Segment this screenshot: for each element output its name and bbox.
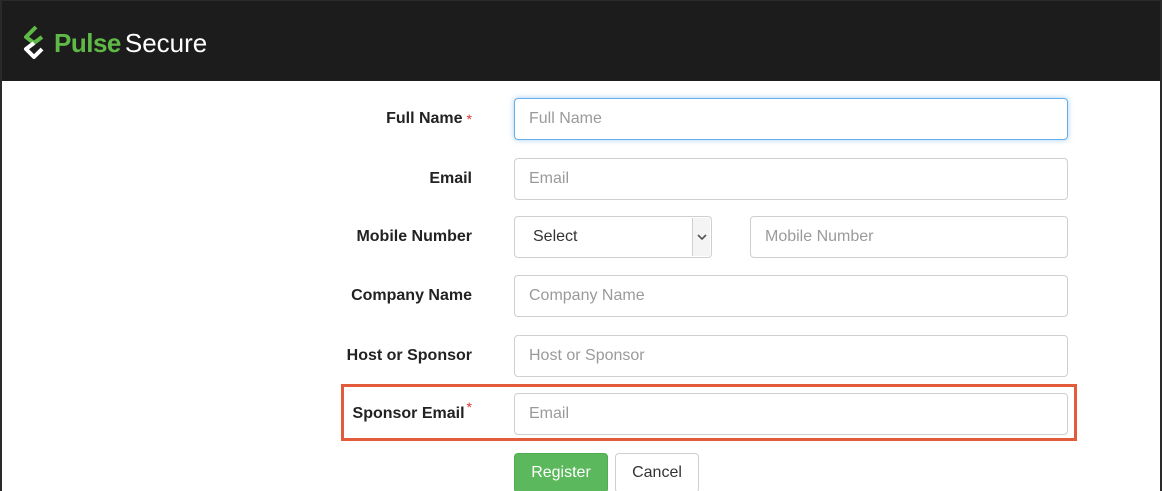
brand-pulse-text: Pulse: [54, 27, 121, 58]
company-name-input[interactable]: [514, 275, 1068, 317]
sponsor-email-label-text: Sponsor Email: [352, 405, 465, 422]
chevron-down-icon[interactable]: [692, 218, 710, 256]
sponsor-email-input[interactable]: [514, 393, 1068, 435]
sponsor-email-label: Sponsor Email *: [353, 393, 472, 435]
header-bar: Pulse Secure: [2, 1, 1160, 81]
registration-form: Full Name * Email Mobile Number Select C…: [2, 81, 1160, 491]
required-marker: *: [466, 399, 472, 415]
host-row: Host or Sponsor: [2, 335, 1160, 377]
company-name-label: Company Name: [351, 287, 472, 304]
mobile-number-input[interactable]: [750, 216, 1068, 258]
app-frame: Pulse Secure Full Name * Email Mobile Nu…: [0, 0, 1162, 491]
full-name-label: Full Name *: [386, 98, 472, 140]
required-marker: *: [466, 111, 472, 127]
pulse-logo-icon: [24, 25, 44, 59]
pulse-secure-logo: Pulse Secure: [20, 25, 207, 61]
brand-secure-text: Secure: [124, 27, 208, 58]
full-name-row: Full Name *: [2, 98, 1160, 140]
email-input[interactable]: [514, 158, 1068, 200]
email-label: Email: [429, 170, 472, 187]
company-row: Company Name: [2, 275, 1160, 317]
mobile-row: Mobile Number Select: [2, 216, 1160, 258]
email-row: Email: [2, 158, 1160, 200]
actions-row: Register Cancel: [2, 453, 1160, 491]
register-button[interactable]: Register: [514, 453, 608, 491]
host-or-sponsor-input[interactable]: [514, 335, 1068, 377]
sponsor-email-row: Sponsor Email *: [2, 393, 1160, 435]
mobile-number-label: Mobile Number: [356, 228, 472, 245]
full-name-input[interactable]: [514, 98, 1068, 140]
full-name-label-text: Full Name: [386, 110, 463, 127]
country-code-select[interactable]: Select: [514, 216, 712, 258]
cancel-button[interactable]: Cancel: [615, 453, 699, 491]
country-code-select-value: Select: [533, 228, 578, 245]
host-or-sponsor-label: Host or Sponsor: [346, 347, 472, 364]
